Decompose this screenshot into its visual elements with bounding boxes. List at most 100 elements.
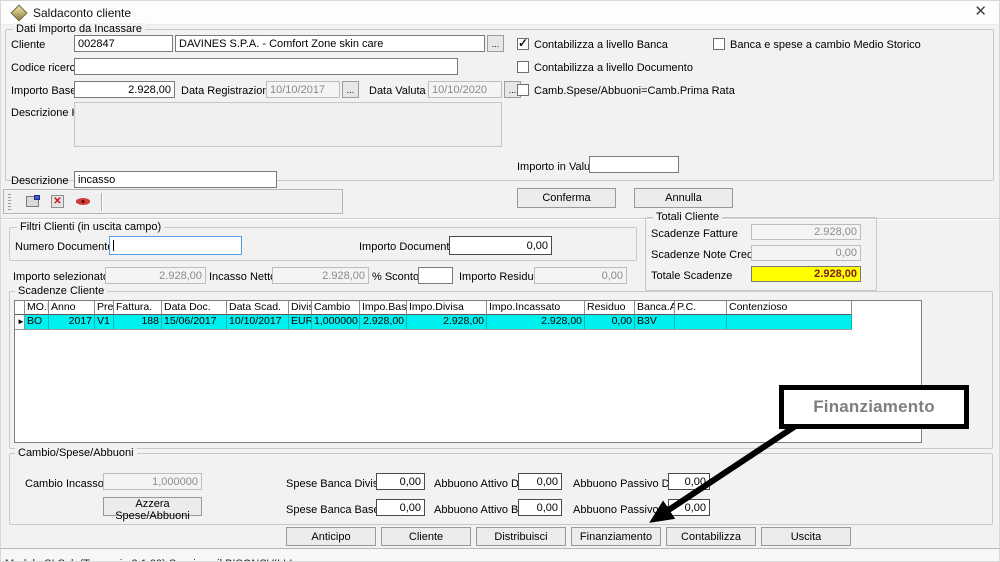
finanziamento-button[interactable]: Finanziamento (571, 527, 661, 546)
incasso-netto-label: Incasso Netto (209, 271, 276, 283)
clear-grid-icon[interactable]: ✕ (51, 195, 66, 209)
abbuono-attivo-base-input[interactable] (518, 499, 562, 516)
red-arrow-icon[interactable] (76, 195, 91, 209)
incasso-netto-input[interactable] (272, 267, 369, 284)
column-header-5[interactable]: Data Scad. (227, 301, 289, 315)
cell-8: 2.928,00 (360, 315, 407, 330)
numero-documento-input[interactable] (109, 236, 242, 255)
abbuono-passivo-divisa-input[interactable] (668, 473, 710, 490)
totale-scadenze-value (751, 266, 861, 282)
sconto-input[interactable] (418, 267, 453, 284)
scadenze-fatture-value (751, 224, 861, 240)
checkbox-camb-spese-abbuoni-label: Camb.Spese/Abbuoni=Camb.Prima Rata (534, 85, 735, 97)
importo-in-valuta-label: Importo in Valuta (517, 161, 599, 173)
sconto-label: % Sconto (372, 271, 419, 283)
toolbar: ✕ (3, 189, 343, 214)
cliente-name-input[interactable] (175, 35, 485, 52)
azzera-spese-button[interactable]: Azzera Spese/Abbuoni (103, 497, 202, 516)
scadenze-fatture-label: Scadenze Fatture (651, 228, 738, 240)
descrizione-hb-area[interactable] (74, 102, 502, 147)
importo-base-input[interactable] (74, 81, 175, 98)
properties-form-icon[interactable] (26, 195, 41, 209)
importo-base-label: Importo Base (11, 85, 76, 97)
column-header-12[interactable]: Banca.Ant. (635, 301, 675, 315)
abbuono-passivo-base-input[interactable] (668, 499, 710, 516)
column-header-2[interactable]: Pref. (95, 301, 114, 315)
contabilizza-button[interactable]: Contabilizza (666, 527, 756, 546)
cliente-label: Cliente (11, 39, 45, 51)
column-header-14[interactable]: Contenzioso (727, 301, 852, 315)
title-bar: Saldaconto cliente ✕ (1, 1, 999, 25)
descrizione-label: Descrizione (11, 175, 68, 187)
codice-ricerca-input[interactable] (74, 58, 458, 75)
group-cambio-spese-legend: Cambio/Spese/Abbuoni (15, 447, 137, 459)
cell-3: 188 (114, 315, 162, 330)
status-text: Modulo SI.Sol. (Tesoreria 3.1.09) Sessio… (5, 558, 292, 562)
column-header-4[interactable]: Data Doc. (162, 301, 227, 315)
data-registrazione-browse-button[interactable]: ... (342, 81, 359, 98)
column-header-0[interactable]: MO.I. (25, 301, 49, 315)
codice-ricerca-label: Codice ricerca (11, 62, 81, 74)
importo-residuo-label: Importo Residuo (459, 271, 540, 283)
cell-10: 2.928,00 (487, 315, 585, 330)
importo-selezionato-input[interactable] (105, 267, 206, 284)
column-header-3[interactable]: Fattura. (114, 301, 162, 315)
group-totali-cliente-legend: Totali Cliente (653, 211, 722, 223)
uscita-button[interactable]: Uscita (761, 527, 851, 546)
cell-1: 2017 (49, 315, 95, 330)
cell-4: 15/06/2017 (162, 315, 227, 330)
column-header-6[interactable]: Divisa (289, 301, 312, 315)
selector-column-header (15, 301, 25, 315)
spese-banca-base-input[interactable] (376, 499, 425, 516)
cambio-incasso-input[interactable] (103, 473, 202, 490)
cell-13 (675, 315, 727, 330)
cell-6: EUR (289, 315, 312, 330)
table-row[interactable]: ►BO2017V118815/06/201710/10/2017EUR1,000… (15, 315, 921, 330)
column-header-7[interactable]: Cambio (312, 301, 360, 315)
cell-2: V1 (95, 315, 114, 330)
anticipo-button[interactable]: Anticipo (286, 527, 376, 546)
column-header-1[interactable]: Anno (49, 301, 95, 315)
cell-0: BO (25, 315, 49, 330)
cambio-incasso-label: Cambio Incasso (25, 478, 104, 490)
descrizione-input[interactable] (74, 171, 277, 188)
checkbox-contabilizza-banca-label: Contabilizza a livello Banca (534, 39, 668, 51)
cliente-button[interactable]: Cliente (381, 527, 471, 546)
close-icon[interactable]: ✕ (974, 4, 987, 20)
column-header-11[interactable]: Residuo (585, 301, 635, 315)
checkbox-camb-spese-abbuoni[interactable] (517, 84, 529, 96)
group-dati-importo-legend: Dati Importo da Incassare (13, 23, 145, 35)
checkbox-contabilizza-documento[interactable] (517, 61, 529, 73)
checkbox-banca-spese-medio-storico[interactable] (713, 38, 725, 50)
data-valuta-label: Data Valuta (369, 85, 426, 97)
importo-residuo-input[interactable] (534, 267, 627, 284)
totale-scadenze-label: Totale Scadenze (651, 270, 732, 282)
importo-documento-input[interactable] (449, 236, 552, 255)
spese-banca-divisa-input[interactable] (376, 473, 425, 490)
column-header-9[interactable]: Impo.Divisa (407, 301, 487, 315)
checkbox-contabilizza-banca[interactable] (517, 38, 529, 50)
cell-12: B3V (635, 315, 675, 330)
saldaconto-window: Saldaconto cliente ✕ Dati Importo da Inc… (0, 0, 1000, 562)
importo-in-valuta-input[interactable] (589, 156, 679, 173)
cell-14 (727, 315, 852, 330)
scadenze-note-credito-label: Scadenze Note Credito (651, 249, 765, 261)
cell-11: 0,00 (585, 315, 635, 330)
column-header-8[interactable]: Impo.Base (360, 301, 407, 315)
column-header-10[interactable]: Impo.Incassato (487, 301, 585, 315)
distribuisci-button[interactable]: Distribuisci (476, 527, 566, 546)
data-registrazione-input[interactable] (266, 81, 340, 98)
column-header-13[interactable]: P.C. (675, 301, 727, 315)
abbuono-attivo-divisa-input[interactable] (518, 473, 562, 490)
window-title: Saldaconto cliente (33, 6, 131, 20)
spese-banca-divisa-label: Spese Banca Divisa (286, 478, 384, 490)
cliente-browse-button[interactable]: ... (487, 35, 504, 52)
numero-documento-label: Numero Documento (15, 241, 113, 253)
annulla-button[interactable]: Annulla (634, 188, 733, 208)
table-header-row: MO.I.AnnoPref.Fattura.Data Doc.Data Scad… (15, 301, 921, 315)
toolbar-grip[interactable] (8, 194, 11, 210)
cliente-code-input[interactable] (74, 35, 173, 52)
conferma-button[interactable]: Conferma (517, 188, 616, 208)
data-valuta-input[interactable] (428, 81, 502, 98)
app-diamond-icon (11, 5, 28, 22)
